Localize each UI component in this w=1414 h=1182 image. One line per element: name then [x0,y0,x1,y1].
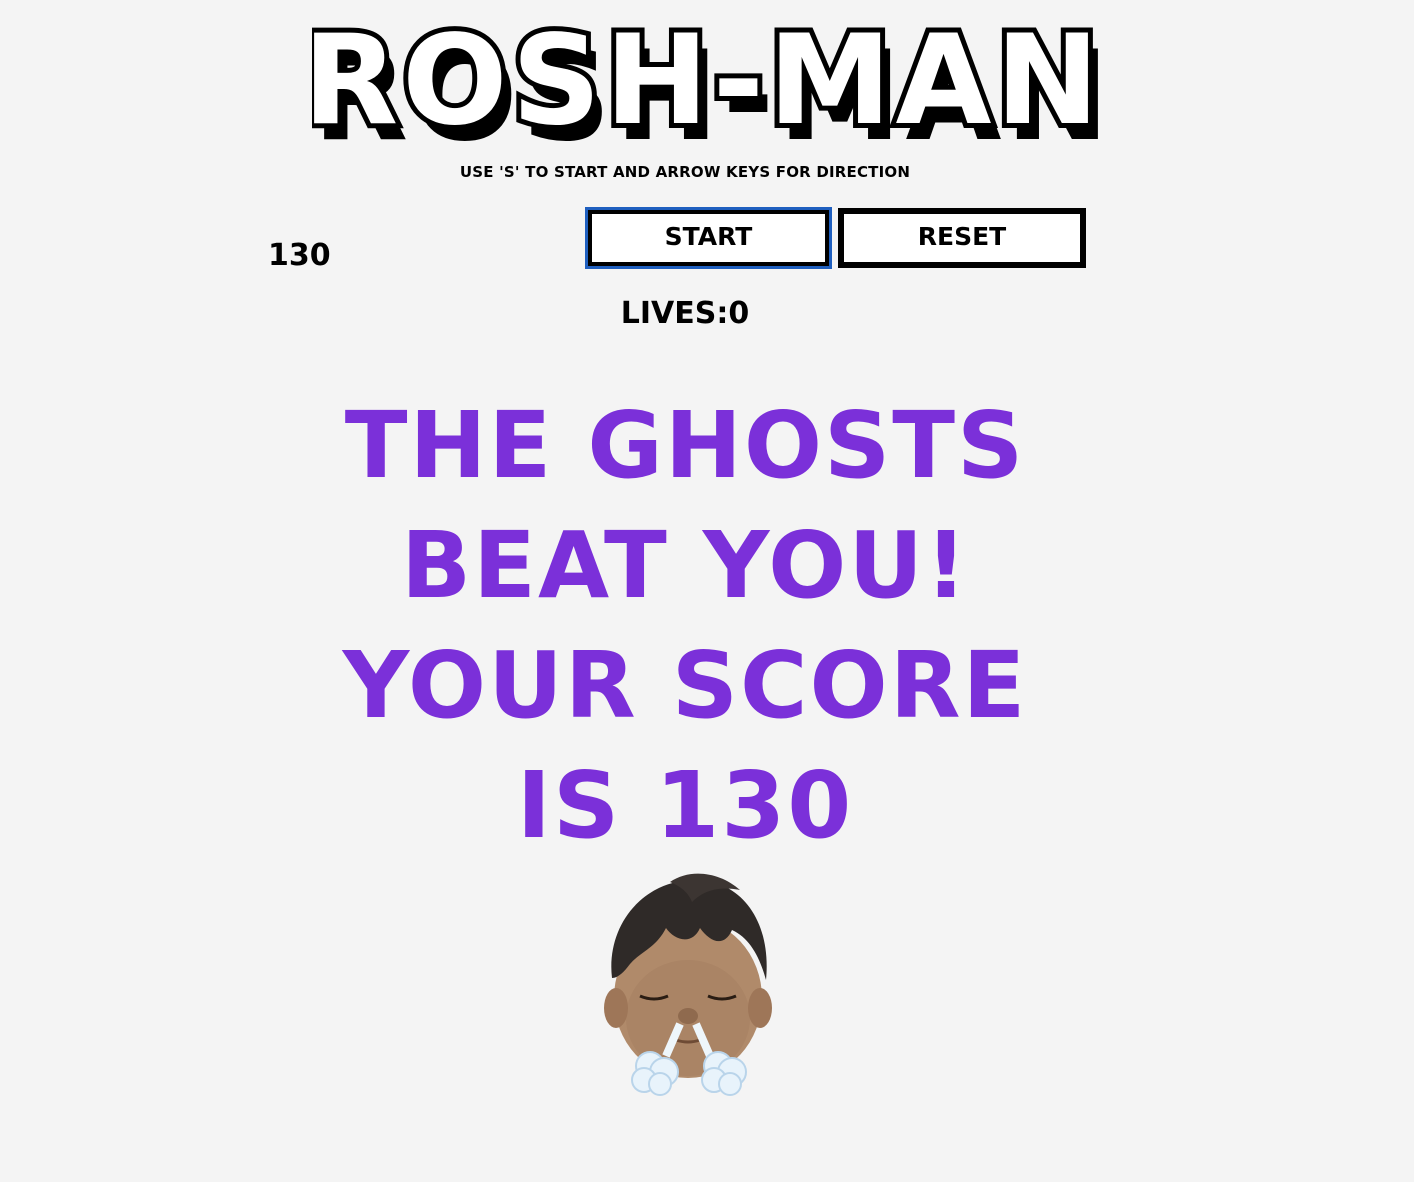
game-logo: ROSH-MAN ROSH-MAN [0,18,1414,148]
memoji-exhaling-avatar-icon [600,868,780,1098]
lives-display: LIVES:0 [620,296,750,331]
reset-button[interactable]: RESET [838,208,1086,268]
avatar-nose [678,1008,698,1024]
score-display: 130 [268,238,331,273]
avatar-ear-left [604,988,628,1028]
avatar-steam-right-puff [701,1051,747,1096]
avatar-svg [604,873,772,1096]
game-page: ROSH-MAN ROSH-MAN USE 'S' TO START AND A… [0,0,1414,1182]
instructions-text: USE 'S' TO START AND ARROW KEYS FOR DIRE… [459,163,911,181]
logo-title: ROSH-MAN [312,18,1102,148]
game-over-message: THE GHOSTS BEAT YOU! YOUR SCORE IS 130 [342,392,1028,859]
logo-svg: ROSH-MAN ROSH-MAN [312,18,1102,148]
start-button[interactable]: START [585,207,832,269]
avatar-ear-right [748,988,772,1028]
